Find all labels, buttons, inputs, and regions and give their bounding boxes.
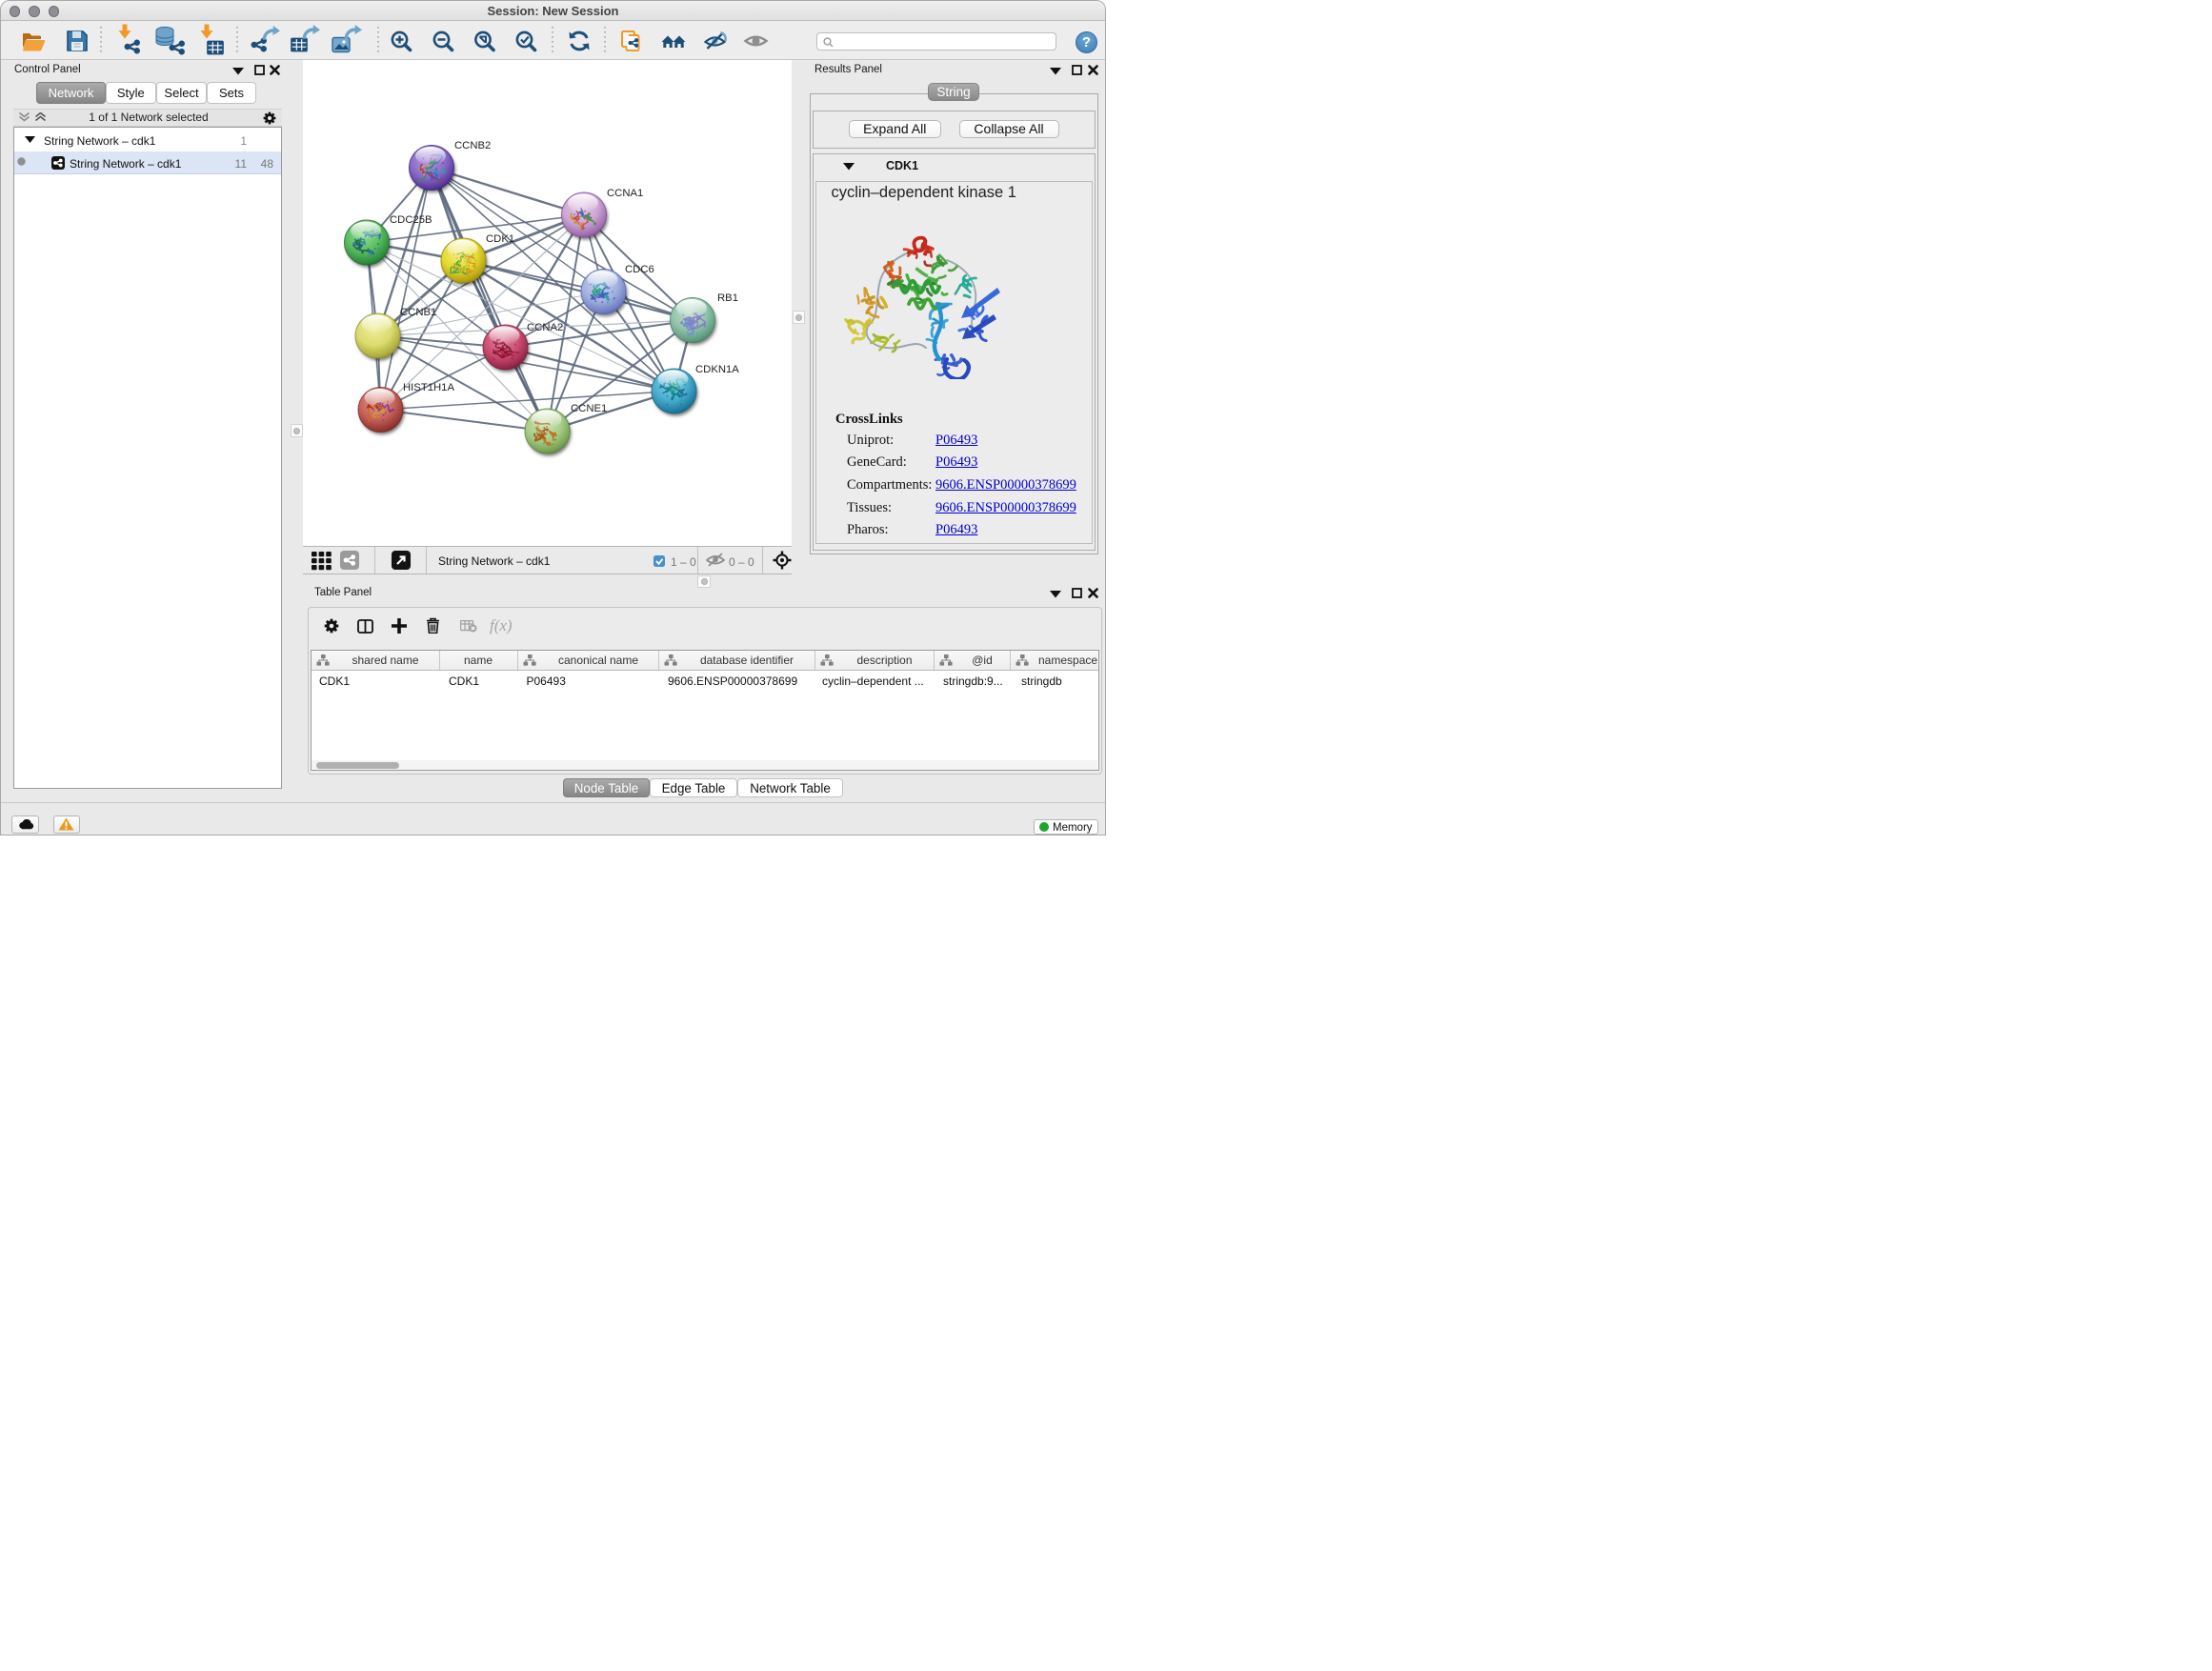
svg-text:CCNB1: CCNB1 <box>400 307 436 318</box>
svg-text:CDC25B: CDC25B <box>390 214 432 226</box>
svg-text:HIST1H1A: HIST1H1A <box>403 382 454 393</box>
svg-text:CCNB2: CCNB2 <box>454 140 491 151</box>
svg-text:CDK1: CDK1 <box>486 233 514 245</box>
svg-text:CDC6: CDC6 <box>625 264 654 275</box>
svg-text:RB1: RB1 <box>717 292 738 304</box>
svg-text:CCNA1: CCNA1 <box>607 188 643 199</box>
svg-text:CDKN1A: CDKN1A <box>695 364 739 375</box>
svg-text:CCNA2: CCNA2 <box>527 322 563 333</box>
svg-text:CCNE1: CCNE1 <box>571 403 607 414</box>
